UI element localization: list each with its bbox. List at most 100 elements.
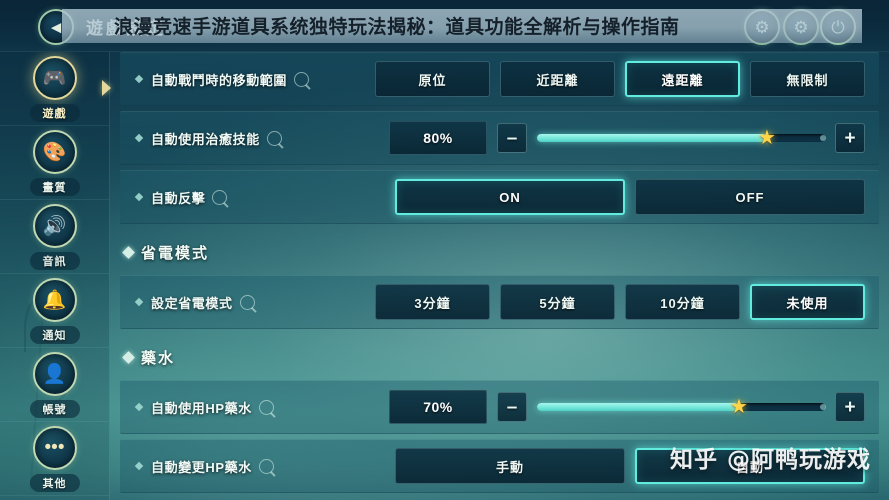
slider-track[interactable]: ★ [537,396,826,418]
top-bar: ◄ 遊戲設定 ⚙ ⚙ ⏻ [0,0,889,52]
option-group: ON OFF [395,179,865,215]
search-info-icon[interactable] [258,458,274,474]
user-icon: 👤 [32,351,77,396]
game-settings-screen: ◄ 遊戲設定 ⚙ ⚙ ⏻ 浪漫竞速手游道具系统独特玩法揭秘：道具功能全解析与操作… [0,0,889,500]
search-info-icon[interactable] [266,130,282,146]
option-label: 手動 [495,459,524,475]
sidebar-item-label: 遊戲 [29,103,80,122]
option-button[interactable]: 原位 [375,61,490,97]
sidebar-item-label: 其他 [29,473,80,492]
setting-label: 自動戰鬥時的移動範圍 [151,72,288,88]
sidebar-item-3[interactable]: 🔊 音訊 [0,200,109,274]
setting-label: 自動反擊 [151,190,206,206]
increment-button[interactable]: + [835,392,865,422]
option-label: 原位 [418,72,447,88]
sidebar-item-label: 帳號 [29,399,80,418]
sidebar-item-4[interactable]: 🔔 通知 [0,274,109,348]
option-label: ON [499,189,521,205]
option-group: 原位 近距離 遠距離 無限制 [375,61,865,97]
back-arrow-icon: ◄ [47,17,65,37]
option-button-selected[interactable]: 未使用 [750,284,865,320]
gamepad-icon: 🎮 [32,55,77,100]
sidebar-item-5[interactable]: 👤 帳號 [0,348,109,422]
back-button[interactable]: ◄ [38,9,74,45]
option-group: 3分鐘 5分鐘 10分鐘 未使用 [375,284,865,320]
option-button[interactable]: 10分鐘 [625,284,740,320]
diamond-bullet-icon [122,245,135,259]
option-group: 手動 自動 [395,448,865,484]
slider-fill [537,134,767,142]
option-label: 無限制 [786,72,829,88]
sidebar-item-label: 畫質 [29,177,80,196]
slider-end-dot [820,404,826,410]
option-button-selected[interactable]: 自動 [635,448,865,484]
sidebar-item-2[interactable]: 🎨 畫質 [0,126,109,200]
diamond-bullet-icon [122,350,135,364]
option-button[interactable]: OFF [635,179,865,215]
option-button[interactable]: 3分鐘 [375,284,490,320]
option-button-selected[interactable]: 遠距離 [625,61,740,97]
sidebar-item-1[interactable]: 🎮 遊戲 [0,52,111,126]
search-info-icon[interactable] [258,399,274,415]
sidebar-item-label: 音訊 [29,251,80,270]
slider-value-display: 80% [389,121,487,155]
option-button[interactable]: 5分鐘 [500,284,615,320]
settings-row: 自動使用治癒技能 80% – ★ + [120,111,879,165]
active-indicator-caret [102,80,111,96]
search-info-icon[interactable] [294,71,310,87]
section-title: 省電模式 [141,244,210,262]
sidebar-item-label: 通知 [29,325,80,344]
option-label: 遠距離 [661,72,704,88]
row-bullet-icon [134,402,144,412]
search-info-icon[interactable] [239,294,255,310]
palette-icon: 🎨 [32,129,77,174]
exit-button[interactable]: ⏻ [820,9,856,45]
decrement-button[interactable]: – [497,392,527,422]
row-bullet-icon [134,297,144,307]
settings-row: 自動反擊 ON OFF [120,170,879,224]
option-button[interactable]: 無限制 [750,61,865,97]
row-bullet-icon [134,461,144,471]
setting-label: 自動變更HP藥水 [151,459,252,475]
row-bullet-icon [134,133,144,143]
settings-gear-button-2[interactable]: ⚙ [783,9,819,45]
settings-row: 設定省電模式 3分鐘 5分鐘 10分鐘 未使用 [120,275,879,329]
option-label: 未使用 [786,295,829,311]
option-label: 10分鐘 [660,295,705,311]
settings-content: 自動戰鬥時的移動範圍 原位 近距離 遠距離 無限制 自動使用治癒技能 80% – ★ + 自動反擊 O… [110,52,889,500]
page-title: 遊戲設定 [86,19,166,38]
decrement-button[interactable]: – [497,123,527,153]
slider-group: 70% – ★ + [389,390,865,424]
option-label: 3分鐘 [414,295,451,311]
gear-icon: ⚙ [754,17,770,37]
setting-label: 自動使用治癒技能 [151,131,260,147]
settings-row: 自動戰鬥時的移動範圍 原位 近距離 遠距離 無限制 [120,52,879,106]
slider-end-dot [820,135,826,141]
settings-gear-button-1[interactable]: ⚙ [744,9,780,45]
bell-icon: 🔔 [32,277,77,322]
search-info-icon[interactable] [212,189,228,205]
option-label: 自動 [735,459,764,475]
row-bullet-icon [134,192,144,202]
slider-handle-star[interactable]: ★ [756,127,778,149]
slider-fill [537,403,739,411]
increment-button[interactable]: + [835,123,865,153]
settings-row: 自動使用HP藥水 70% – ★ + [120,380,879,434]
setting-label: 設定省電模式 [151,295,233,311]
settings-row: 自動變更HP藥水 手動 自動 [120,439,879,493]
setting-label: 自動使用HP藥水 [151,400,252,416]
slider-track[interactable]: ★ [537,127,826,149]
sidebar: 🎮 遊戲 🎨 畫質 🔊 音訊 🔔 通知 👤 帳號 ••• 其他 [0,52,111,500]
sidebar-item-6[interactable]: ••• 其他 [0,422,109,496]
option-label: 5分鐘 [539,295,576,311]
section-title: 藥水 [141,349,176,367]
slider-handle-star[interactable]: ★ [728,396,750,418]
option-label: 近距離 [536,72,579,88]
slider-group: 80% – ★ + [389,121,865,155]
option-label: OFF [735,189,765,205]
option-button-selected[interactable]: ON [395,179,625,215]
section-header: 藥水 [110,334,889,380]
option-button[interactable]: 手動 [395,448,625,484]
option-button[interactable]: 近距離 [500,61,615,97]
slider-value-display: 70% [389,390,487,424]
